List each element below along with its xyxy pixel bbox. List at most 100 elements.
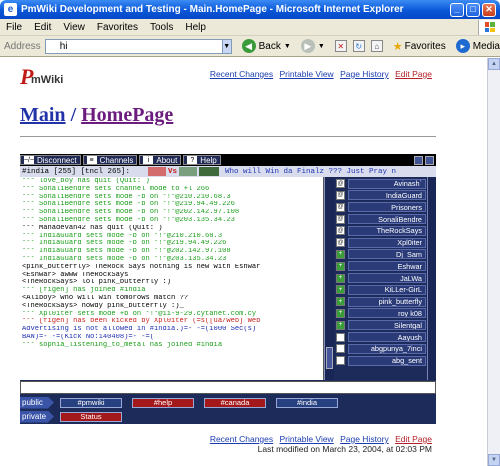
voice-status-icon: + [336, 285, 345, 295]
topic-text: Who will Win da Finalz ??? Just Pray n [225, 167, 397, 176]
window-tab[interactable]: #canada [204, 397, 266, 408]
window-titlebar: e PmWiki Development and Testing - Main.… [0, 0, 500, 19]
chat-line: *** IndiaGuard sets mode -b on *!*@202.1… [22, 248, 231, 256]
back-dropdown-icon[interactable]: ▼ [284, 43, 291, 50]
channels-icon: ≡ [86, 156, 97, 164]
page-title: Main / HomePage [20, 104, 173, 127]
menu-favorites[interactable]: Favorites [91, 22, 144, 33]
irc-chat-applet: ~/~ Disconnect ≡ Channels i About ? Help… [20, 154, 436, 424]
chat-log[interactable]: *** love_boy has quit (Quit: ) *** Sonali… [20, 177, 324, 380]
menu-view[interactable]: View [57, 22, 91, 33]
scroll-down-icon[interactable]: ▼ [488, 454, 500, 466]
recent-changes-link[interactable]: Recent Changes [210, 69, 273, 79]
minimize-button[interactable]: _ [450, 2, 464, 17]
window-tab[interactable]: Status [60, 411, 122, 422]
applet-close-icon[interactable] [425, 155, 434, 165]
applet-float-icon[interactable] [414, 155, 423, 165]
chat-line: BAN)=- -=(Kick No:140408)=- -=( [22, 333, 154, 341]
nick-item[interactable]: abgpunya_7inci [336, 343, 426, 354]
help-button[interactable]: ? Help [183, 155, 221, 165]
nick-item[interactable]: + roy k08 [336, 308, 426, 319]
about-label: About [156, 155, 178, 165]
chat-scroll-thumb[interactable] [326, 347, 333, 369]
nick-name: KiLLer-GirL [348, 284, 426, 295]
printable-view-link-bottom[interactable]: Printable View [280, 434, 334, 444]
disconnect-button[interactable]: ~/~ Disconnect [20, 155, 81, 165]
home-icon[interactable]: ⌂ [370, 40, 383, 52]
star-icon: ★ [392, 40, 403, 53]
public-row-label: public [20, 396, 54, 409]
edit-page-link[interactable]: Edit Page [395, 69, 432, 79]
address-field [44, 38, 223, 54]
window-tab[interactable]: #help [132, 397, 194, 408]
pmwiki-logo[interactable]: P mWiki [20, 66, 63, 88]
voice-status-icon: + [336, 273, 345, 283]
back-label: Back [258, 40, 281, 52]
chat-scrollbar[interactable] [324, 177, 334, 380]
nick-item[interactable]: + Eshwar [336, 261, 426, 272]
menu-edit[interactable]: Edit [28, 22, 57, 33]
pagename-link[interactable]: HomePage [81, 104, 173, 126]
favorites-label: Favorites [404, 40, 446, 52]
menu-help[interactable]: Help [179, 22, 212, 33]
page-history-link-bottom[interactable]: Page History [340, 434, 389, 444]
window-title: PmWiki Development and Testing - Main.Ho… [21, 4, 404, 15]
nick-scrollbar[interactable] [427, 177, 436, 380]
nick-item[interactable]: + JaLWa [336, 273, 426, 284]
recent-changes-link-bottom[interactable]: Recent Changes [210, 434, 273, 444]
topic-bar: #india [255] [tncl 265]: Vs Who will Win… [20, 166, 436, 177]
channels-label: Channels [99, 155, 134, 165]
favorites-button[interactable]: ★ Favorites [393, 40, 446, 53]
scroll-up-icon[interactable]: ▲ [488, 58, 500, 70]
nick-item[interactable]: abg_sent [336, 355, 426, 366]
nick-item[interactable]: @ SonaliBendre [336, 214, 426, 225]
topic-color-swatch-1 [148, 167, 166, 176]
topic-color-swatch-2 [179, 167, 198, 176]
chat-line: <Eshwar> awww TheRockSays [22, 271, 129, 279]
nick-item[interactable]: @ IndiaGuard [336, 190, 426, 201]
nick-item[interactable]: @ Prisoners [336, 202, 426, 213]
media-button[interactable]: ▸ Media [455, 39, 500, 53]
address-input[interactable] [44, 38, 223, 54]
menu-file[interactable]: File [0, 22, 28, 33]
address-label: Address [4, 40, 41, 52]
printable-view-link[interactable]: Printable View [280, 69, 334, 79]
nick-item[interactable]: + KiLLer-GirL [336, 284, 426, 295]
chat-line: <Aliboy> who will win tomorows match ?? [22, 294, 189, 302]
last-modified: Last modified on March 23, 2004, at 02:0… [257, 444, 432, 454]
edit-page-link-bottom[interactable]: Edit Page [395, 434, 432, 444]
maximize-button[interactable]: □ [466, 2, 480, 17]
close-button[interactable]: ✕ [482, 2, 496, 17]
help-icon: ? [187, 156, 198, 164]
forward-button[interactable]: ▶ ▼ [300, 39, 325, 53]
op-status-icon: @ [336, 179, 345, 189]
chat-input[interactable] [21, 383, 435, 394]
op-status-icon: @ [336, 226, 345, 236]
channels-button[interactable]: ≡ Channels [82, 155, 138, 165]
page-actions-top: Recent Changes Printable View Page Histo… [206, 69, 432, 79]
refresh-icon[interactable]: ↻ [352, 40, 365, 52]
nick-item[interactable]: @ Xpl0iter [336, 237, 426, 248]
nick-item[interactable]: @ TheRockSays [336, 225, 426, 236]
back-button[interactable]: ◀ Back ▼ [241, 39, 291, 53]
window-tab[interactable]: #pmwiki [60, 397, 122, 408]
menu-tools[interactable]: Tools [144, 22, 179, 33]
nick-name: Xpl0iter [348, 237, 426, 248]
nick-item[interactable]: + Dj_Sam [336, 249, 426, 260]
nick-name: roy k08 [348, 308, 426, 319]
window-tab[interactable]: #india [276, 397, 338, 408]
address-dropdown-icon[interactable]: ▼ [221, 38, 232, 54]
nick-item[interactable]: Aayush [336, 332, 426, 342]
stop-icon[interactable]: ✕ [334, 40, 347, 52]
forward-dropdown-icon[interactable]: ▼ [318, 43, 325, 50]
about-button[interactable]: i About [139, 155, 182, 165]
page-scrollbar[interactable]: ▲ ▼ [487, 58, 500, 466]
nick-item[interactable]: + pink_butterfly [336, 296, 426, 307]
nick-item[interactable]: @ Avinash` [336, 178, 426, 189]
group-link[interactable]: Main [20, 104, 66, 126]
info-icon: i [143, 156, 154, 164]
nick-name: Eshwar [348, 261, 426, 272]
nick-item[interactable]: + Silentgal [336, 320, 426, 331]
voice-status-icon: + [336, 320, 345, 330]
page-history-link[interactable]: Page History [340, 69, 389, 79]
